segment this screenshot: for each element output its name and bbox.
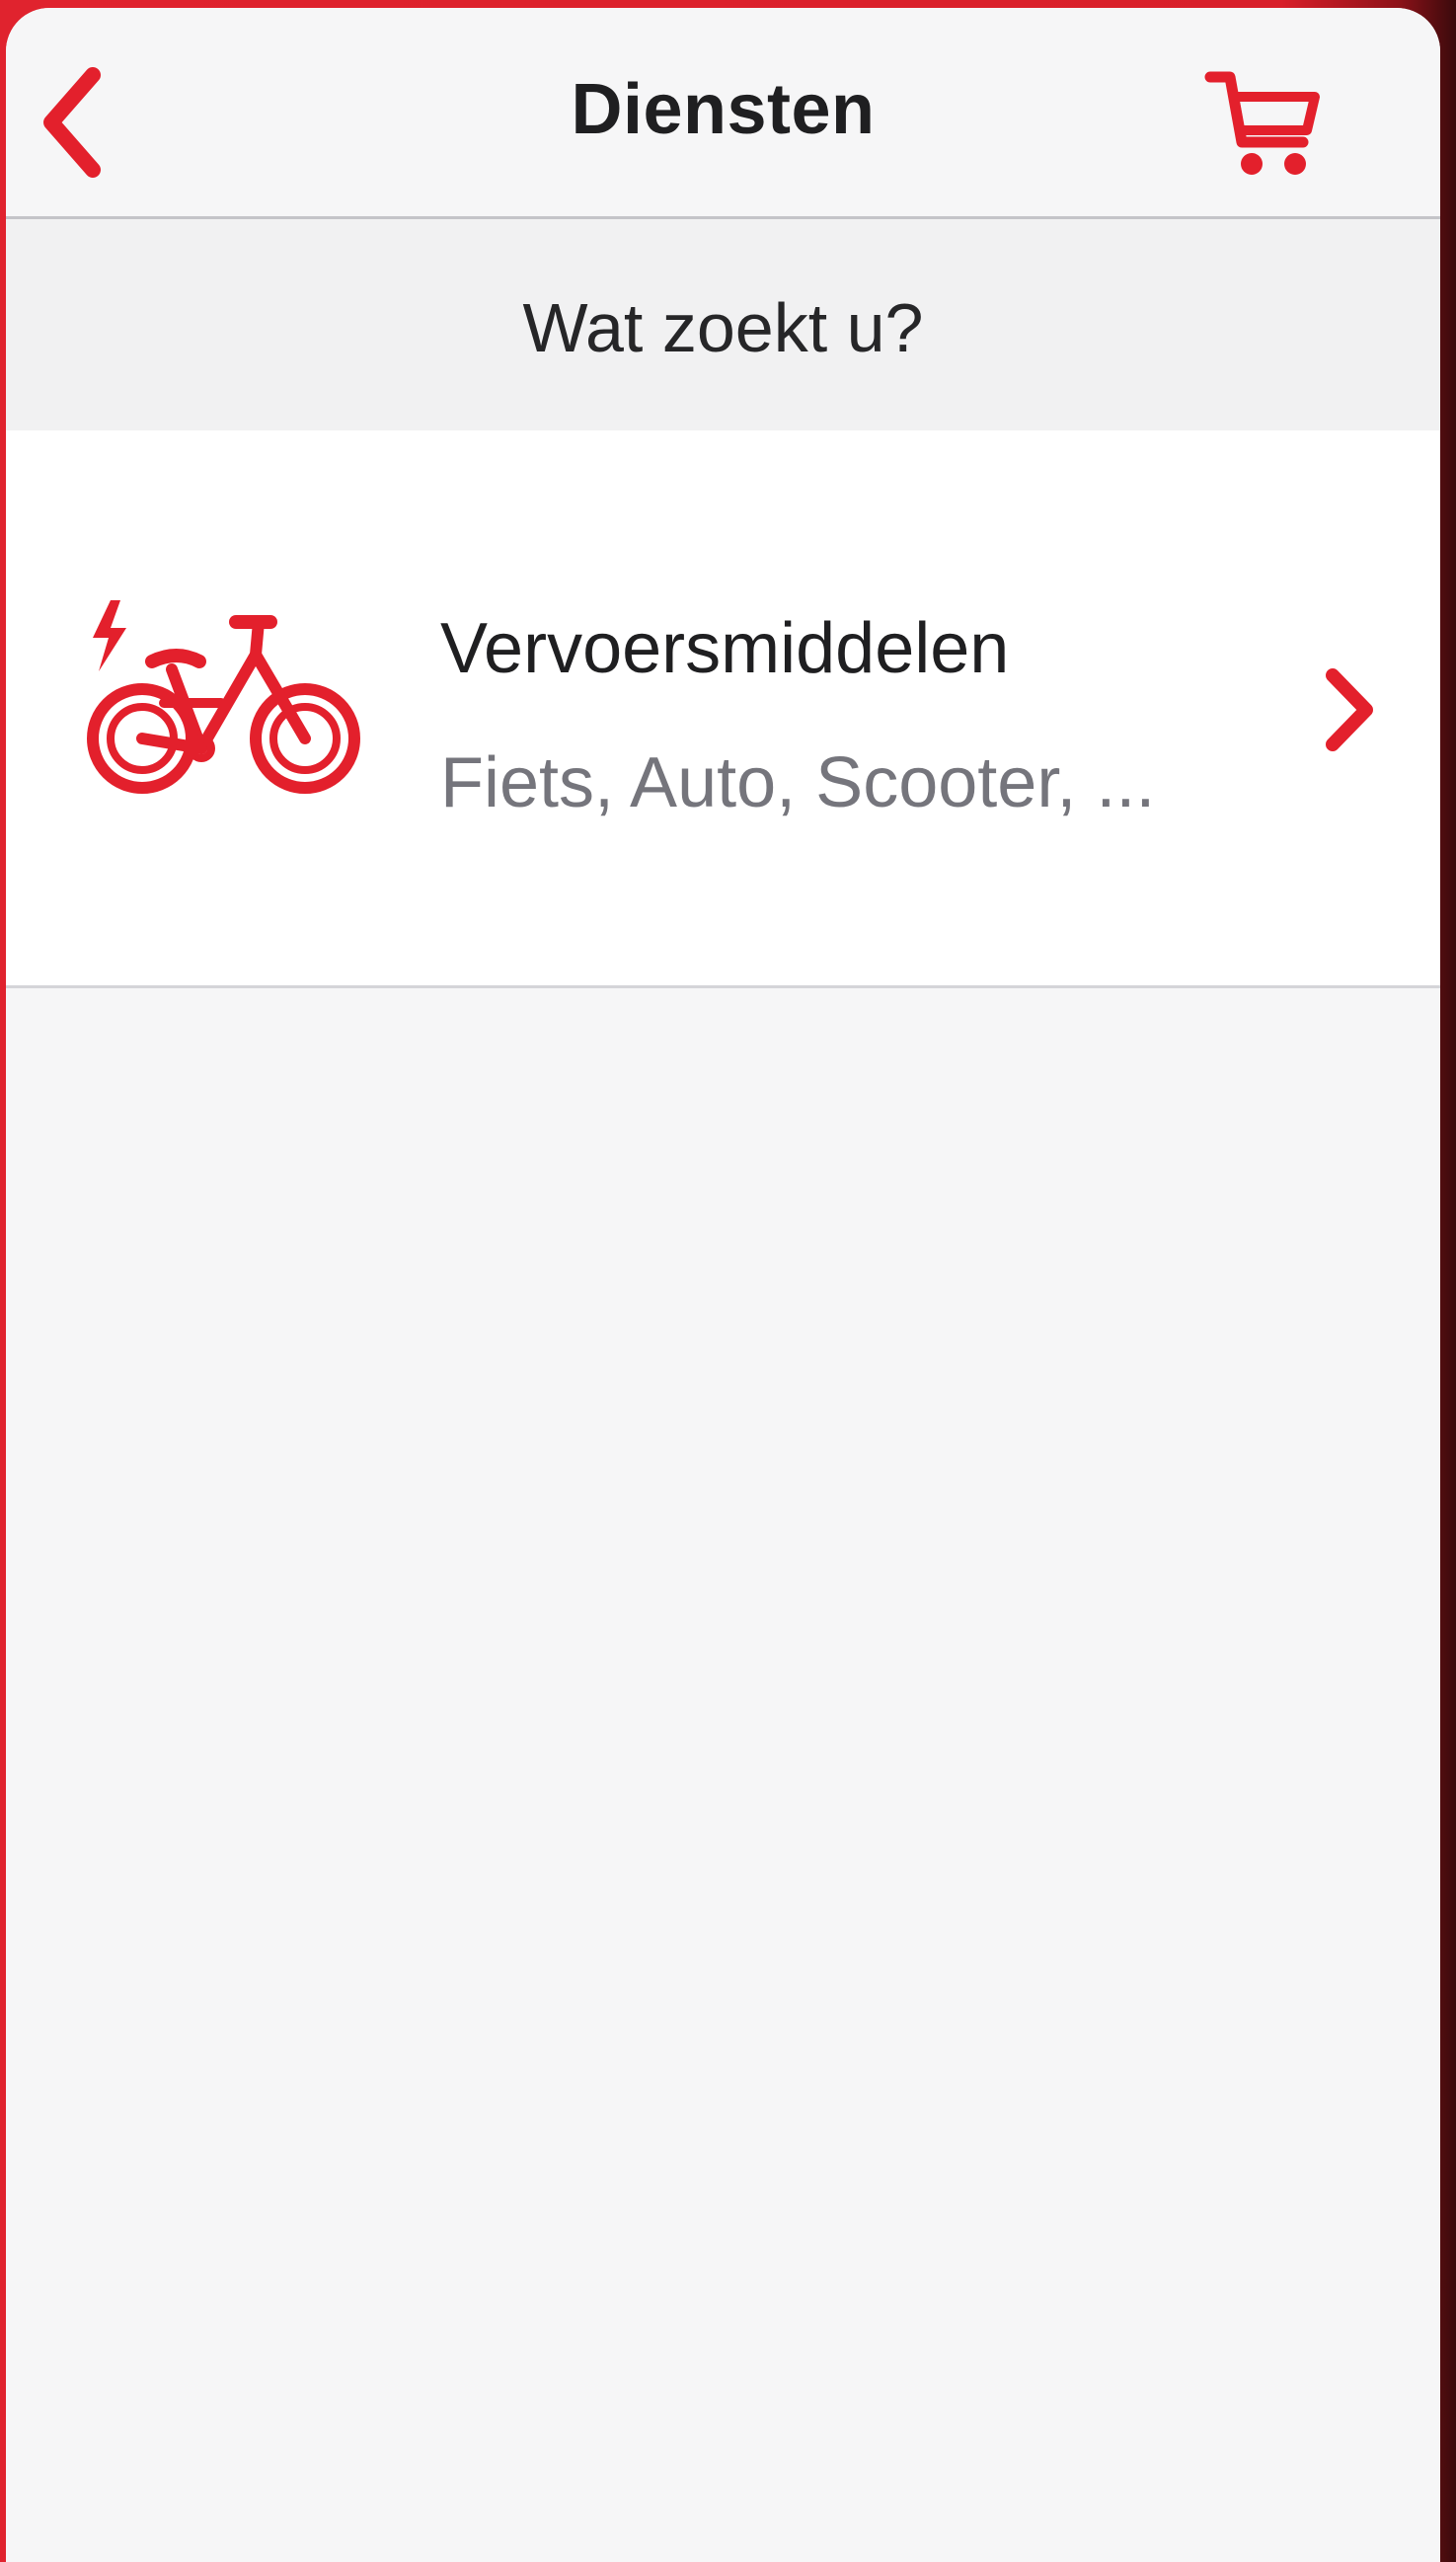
navigation-bar: Diensten — [6, 8, 1440, 219]
chevron-right-icon — [1326, 668, 1373, 751]
cart-button[interactable] — [1204, 67, 1323, 186]
list-item-title: Vervoersmiddelen — [440, 609, 1010, 688]
services-list: Vervoersmiddelen Fiets, Auto, Scooter, .… — [6, 430, 1440, 988]
section-header: Wat zoekt u? — [6, 219, 1440, 430]
list-item-subtitle: Fiets, Auto, Scooter, ... — [440, 743, 1156, 822]
app-screen: Diensten Wat zoekt u? Vervoersmiddelen F… — [6, 8, 1440, 2562]
electric-bike-icon — [87, 600, 360, 794]
shopping-cart-icon — [1204, 71, 1320, 175]
section-header-label: Wat zoekt u? — [522, 289, 924, 366]
list-item-vervoersmiddelen[interactable]: Vervoersmiddelen Fiets, Auto, Scooter, .… — [6, 430, 1440, 985]
